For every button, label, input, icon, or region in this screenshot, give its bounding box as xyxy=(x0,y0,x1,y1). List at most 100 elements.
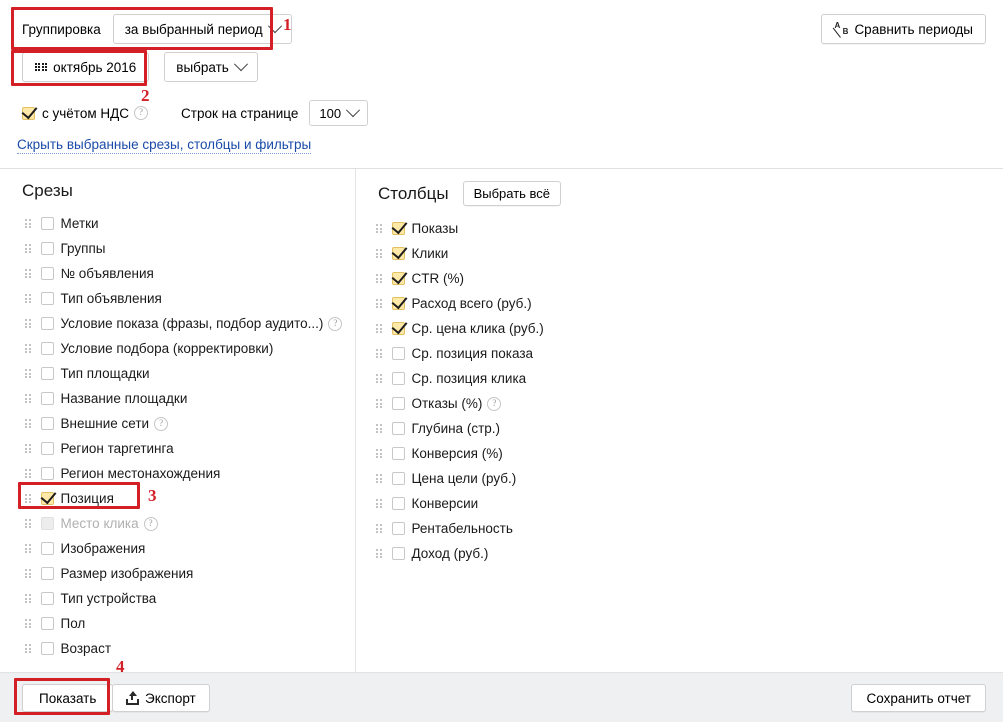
slices-checkbox[interactable] xyxy=(40,342,54,355)
drag-handle-icon[interactable] xyxy=(376,224,382,233)
slices-option[interactable]: Изображения xyxy=(0,536,355,561)
columns-option[interactable]: Клики xyxy=(356,241,1003,266)
columns-option[interactable]: CTR (%) xyxy=(356,266,1003,291)
drag-handle-icon[interactable] xyxy=(25,394,31,403)
drag-handle-icon[interactable] xyxy=(25,369,31,378)
slices-checkbox[interactable] xyxy=(40,317,54,330)
drag-handle-icon[interactable] xyxy=(25,319,31,328)
slices-option[interactable]: Регион таргетинга xyxy=(0,436,355,461)
drag-handle-icon[interactable] xyxy=(25,444,31,453)
columns-option[interactable]: Отказы (%)? xyxy=(356,391,1003,416)
drag-handle-icon[interactable] xyxy=(376,399,382,408)
slices-option[interactable]: Размер изображения xyxy=(0,561,355,586)
slices-option[interactable]: Внешние сети? xyxy=(0,411,355,436)
slices-checkbox[interactable] xyxy=(40,492,54,505)
drag-handle-icon[interactable] xyxy=(25,569,31,578)
slices-checkbox[interactable] xyxy=(40,242,54,255)
columns-option[interactable]: Ср. позиция показа xyxy=(356,341,1003,366)
columns-checkbox[interactable] xyxy=(391,497,405,510)
slices-checkbox[interactable] xyxy=(40,467,54,480)
slices-option[interactable]: № объявления xyxy=(0,261,355,286)
vat-checkbox[interactable] xyxy=(22,106,35,120)
drag-handle-icon[interactable] xyxy=(25,469,31,478)
help-icon[interactable]: ? xyxy=(154,416,169,431)
slices-option[interactable]: Условие подбора (корректировки) xyxy=(0,336,355,361)
columns-option[interactable]: Глубина (стр.) xyxy=(356,416,1003,441)
drag-handle-icon[interactable] xyxy=(376,499,382,508)
slices-option[interactable]: Пол xyxy=(0,611,355,636)
slices-option[interactable]: Тип устройства xyxy=(0,586,355,611)
drag-handle-icon[interactable] xyxy=(376,549,382,558)
columns-checkbox[interactable] xyxy=(391,547,405,560)
slices-option[interactable]: Метки xyxy=(0,211,355,236)
drag-handle-icon[interactable] xyxy=(25,619,31,628)
drag-handle-icon[interactable] xyxy=(25,419,31,428)
columns-checkbox[interactable] xyxy=(391,347,405,360)
drag-handle-icon[interactable] xyxy=(25,219,31,228)
slices-checkbox[interactable] xyxy=(40,217,54,230)
columns-checkbox[interactable] xyxy=(391,247,405,260)
columns-option[interactable]: Конверсия (%) xyxy=(356,441,1003,466)
slices-option[interactable]: Тип объявления xyxy=(0,286,355,311)
drag-handle-icon[interactable] xyxy=(376,524,382,533)
slices-option[interactable]: Регион местонахождения xyxy=(0,461,355,486)
slices-option[interactable]: Условие показа (фразы, подбор аудито...)… xyxy=(0,311,355,336)
drag-handle-icon[interactable] xyxy=(376,249,382,258)
slices-checkbox[interactable] xyxy=(40,542,54,555)
help-icon[interactable]: ? xyxy=(134,106,149,120)
drag-handle-icon[interactable] xyxy=(25,519,31,528)
drag-handle-icon[interactable] xyxy=(25,244,31,253)
columns-checkbox[interactable] xyxy=(391,372,405,385)
columns-checkbox[interactable] xyxy=(391,222,405,235)
slices-option[interactable]: Позиция xyxy=(0,486,355,511)
export-button[interactable]: Экспорт xyxy=(112,684,210,712)
columns-option[interactable]: Ср. цена клика (руб.) xyxy=(356,316,1003,341)
columns-option[interactable]: Расход всего (руб.) xyxy=(356,291,1003,316)
slices-checkbox[interactable] xyxy=(40,292,54,305)
columns-option[interactable]: Цена цели (руб.) xyxy=(356,466,1003,491)
select-all-button[interactable]: Выбрать всё xyxy=(462,181,562,206)
drag-handle-icon[interactable] xyxy=(25,294,31,303)
date-picker-select[interactable]: выбрать xyxy=(164,52,258,82)
columns-checkbox[interactable] xyxy=(391,422,405,435)
slices-checkbox[interactable] xyxy=(40,417,54,430)
columns-checkbox[interactable] xyxy=(391,447,405,460)
columns-checkbox[interactable] xyxy=(391,522,405,535)
drag-handle-icon[interactable] xyxy=(25,344,31,353)
columns-checkbox[interactable] xyxy=(391,272,405,285)
save-report-button[interactable]: Сохранить отчет xyxy=(851,684,986,712)
columns-checkbox[interactable] xyxy=(391,297,405,310)
columns-option[interactable]: Конверсии xyxy=(356,491,1003,516)
drag-handle-icon[interactable] xyxy=(25,644,31,653)
help-icon[interactable]: ? xyxy=(487,396,502,411)
rows-per-page-select[interactable]: 100 xyxy=(309,100,369,126)
slices-checkbox[interactable] xyxy=(40,642,54,655)
drag-handle-icon[interactable] xyxy=(376,274,382,283)
columns-checkbox[interactable] xyxy=(391,322,405,335)
slices-option[interactable]: Название площадки xyxy=(0,386,355,411)
drag-handle-icon[interactable] xyxy=(376,299,382,308)
slices-checkbox[interactable] xyxy=(40,442,54,455)
drag-handle-icon[interactable] xyxy=(25,494,31,503)
drag-handle-icon[interactable] xyxy=(376,474,382,483)
columns-checkbox[interactable] xyxy=(391,397,405,410)
drag-handle-icon[interactable] xyxy=(376,374,382,383)
slices-checkbox[interactable] xyxy=(40,392,54,405)
help-icon[interactable]: ? xyxy=(143,516,158,531)
columns-option[interactable]: Показы xyxy=(356,216,1003,241)
columns-option[interactable]: Доход (руб.) xyxy=(356,541,1003,566)
drag-handle-icon[interactable] xyxy=(376,449,382,458)
slices-option[interactable]: Тип площадки xyxy=(0,361,355,386)
slices-option[interactable]: Возраст xyxy=(0,636,355,661)
grouping-select[interactable]: за выбранный период xyxy=(112,14,292,44)
drag-handle-icon[interactable] xyxy=(25,269,31,278)
columns-checkbox[interactable] xyxy=(391,472,405,485)
drag-handle-icon[interactable] xyxy=(25,544,31,553)
columns-option[interactable]: Ср. позиция клика xyxy=(356,366,1003,391)
slices-checkbox[interactable] xyxy=(40,567,54,580)
drag-handle-icon[interactable] xyxy=(376,324,382,333)
slices-checkbox[interactable] xyxy=(40,367,54,380)
slices-checkbox[interactable] xyxy=(40,267,54,280)
drag-handle-icon[interactable] xyxy=(25,594,31,603)
slices-checkbox[interactable] xyxy=(40,592,54,605)
